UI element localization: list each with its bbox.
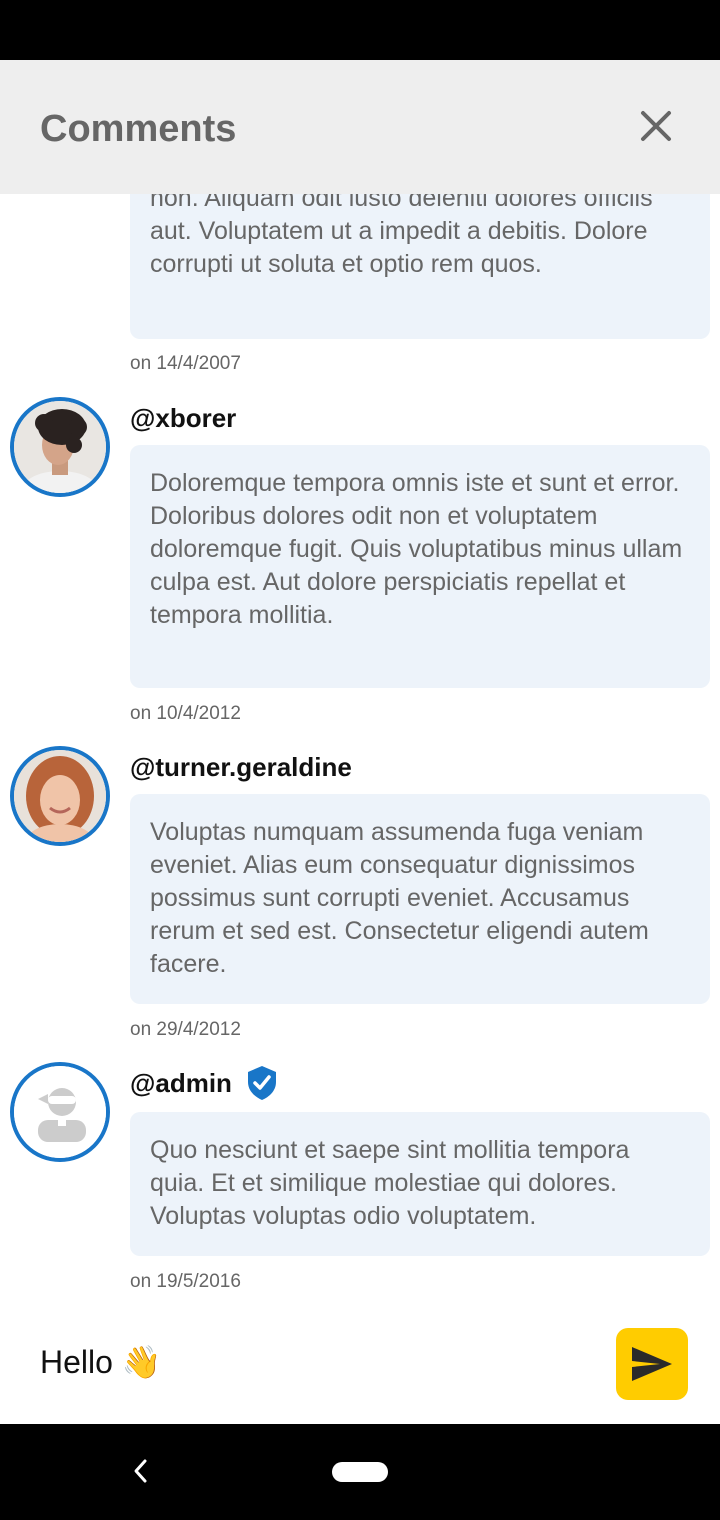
status-bar <box>0 0 720 60</box>
comment-date: on 10/4/2012 <box>130 703 241 724</box>
nav-back-icon <box>134 1459 147 1483</box>
nav-back-button[interactable] <box>126 1456 154 1486</box>
send-icon <box>632 1347 672 1381</box>
comment-username[interactable]: @admin <box>130 1065 278 1101</box>
comments-header: Comments <box>0 60 720 194</box>
avatar-admin[interactable] <box>10 1062 110 1162</box>
comment-bubble: Voluptas numquam assumenda fuga veniam e… <box>130 794 710 1004</box>
username-text: @admin <box>130 1067 232 1098</box>
avatar-turner-geraldine[interactable] <box>10 746 110 846</box>
page-title: Comments <box>40 108 237 150</box>
comment-bubble: Doloremque tempora omnis iste et sunt et… <box>130 445 710 688</box>
comment-date: on 29/4/2012 <box>130 1019 241 1040</box>
send-button[interactable] <box>616 1328 688 1400</box>
comments-screen: non. Aliquam odit iusto deleniti dolores… <box>0 60 720 1424</box>
avatar-xborer[interactable] <box>10 397 110 497</box>
comment-bubble: Quo nesciunt et saepe sint mollitia temp… <box>130 1112 710 1256</box>
comment-username[interactable]: @xborer <box>130 403 236 434</box>
comment-username[interactable]: @turner.geraldine <box>130 752 352 783</box>
comment-date: on 14/4/2007 <box>130 353 241 374</box>
comment-date: on 19/5/2016 <box>130 1271 241 1292</box>
comment-input[interactable]: Hello 👋 <box>40 1343 162 1381</box>
nav-home-button[interactable] <box>332 1462 388 1482</box>
navigation-bar <box>0 1424 720 1520</box>
close-button[interactable] <box>630 100 682 152</box>
verified-badge-icon <box>246 1065 278 1101</box>
comment-composer: Hello 👋 <box>0 1303 720 1424</box>
close-icon <box>641 111 671 141</box>
